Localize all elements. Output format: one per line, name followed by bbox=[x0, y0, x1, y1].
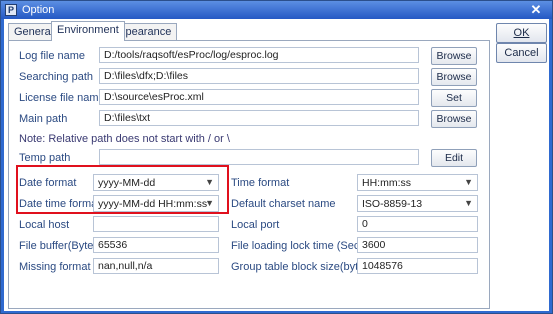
time-format-value: HH:mm:ss bbox=[362, 177, 411, 189]
log-file-input[interactable]: D:/tools/raqsoft/esProc/log/esproc.log bbox=[99, 47, 419, 63]
block-size-label: Group table block size(bytes) bbox=[231, 261, 374, 273]
license-set-button[interactable]: Set bbox=[431, 89, 477, 107]
time-format-select[interactable]: HH:mm:ss ▼ bbox=[357, 174, 478, 191]
block-size-input[interactable]: 1048576 bbox=[357, 258, 478, 274]
ok-button[interactable]: OK bbox=[496, 23, 547, 43]
app-icon: P bbox=[5, 4, 17, 16]
license-file-input[interactable]: D:\source\esProc.xml bbox=[99, 89, 419, 105]
dialog-body: General Environment Appearance OK Cancel… bbox=[4, 19, 549, 311]
chevron-down-icon: ▼ bbox=[464, 198, 473, 208]
temp-path-input[interactable] bbox=[99, 149, 419, 165]
main-path-browse-button[interactable]: Browse bbox=[431, 110, 477, 128]
local-host-input[interactable] bbox=[93, 216, 219, 232]
relative-path-note: Note: Relative path does not start with … bbox=[19, 133, 230, 145]
main-path-input[interactable]: D:\files\txt bbox=[99, 110, 419, 126]
charset-select[interactable]: ISO-8859-13 ▼ bbox=[357, 195, 478, 212]
option-dialog: P Option ✕ General Environment Appearanc… bbox=[0, 0, 553, 314]
main-path-label: Main path bbox=[19, 113, 68, 125]
missing-format-input[interactable]: nan,null,n/a bbox=[93, 258, 219, 274]
charset-label: Default charset name bbox=[231, 198, 336, 210]
searching-path-browse-button[interactable]: Browse bbox=[431, 68, 477, 86]
file-buffer-input[interactable]: 65536 bbox=[93, 237, 219, 253]
cancel-button[interactable]: Cancel bbox=[496, 43, 547, 63]
log-file-browse-button[interactable]: Browse bbox=[431, 47, 477, 65]
chevron-down-icon: ▼ bbox=[464, 177, 473, 187]
time-format-label: Time format bbox=[231, 177, 290, 189]
searching-path-input[interactable]: D:\files\dfx;D:\files bbox=[99, 68, 419, 84]
local-port-label: Local port bbox=[231, 219, 280, 231]
missing-format-label: Missing format bbox=[19, 261, 91, 273]
charset-value: ISO-8859-13 bbox=[362, 198, 423, 210]
title-bar[interactable]: P Option ✕ bbox=[1, 1, 552, 19]
file-buffer-label: File buffer(Byte) bbox=[19, 240, 98, 252]
license-file-label: License file name bbox=[19, 92, 105, 104]
tab-environment[interactable]: Environment bbox=[51, 21, 125, 41]
cancel-button-label: Cancel bbox=[504, 47, 539, 59]
local-host-label: Local host bbox=[19, 219, 70, 231]
ok-button-label: OK bbox=[513, 27, 530, 39]
highlight-box bbox=[16, 165, 229, 214]
searching-path-label: Searching path bbox=[19, 71, 93, 83]
temp-path-edit-button[interactable]: Edit bbox=[431, 149, 477, 167]
window-title: Option bbox=[22, 4, 55, 16]
log-file-label: Log file name bbox=[19, 50, 86, 62]
local-port-input[interactable]: 0 bbox=[357, 216, 478, 232]
close-icon[interactable]: ✕ bbox=[528, 2, 544, 17]
temp-path-label: Temp path bbox=[19, 152, 71, 164]
lock-time-input[interactable]: 3600 bbox=[357, 237, 478, 253]
